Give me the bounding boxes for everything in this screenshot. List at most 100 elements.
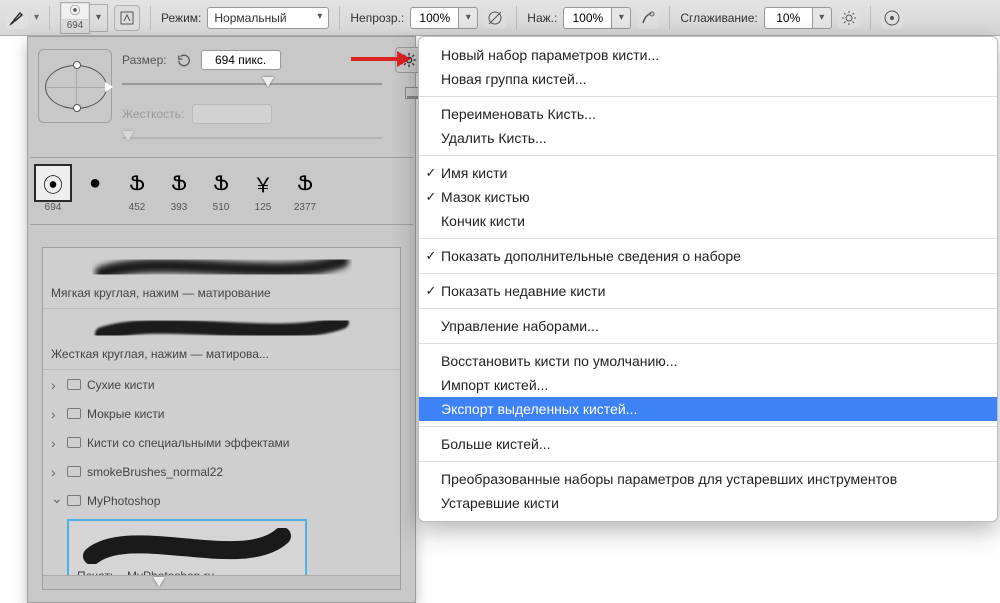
size-label: Размер: [122,53,167,67]
brush-swatch-item[interactable]: Мягкая круглая, нажим — матирование [43,248,400,309]
attention-arrow-icon [351,49,411,69]
brush-stroke-preview [51,313,392,343]
panel-context-menu: Новый набор параметров кисти... Новая гру… [418,36,998,522]
menu-separator [419,238,997,239]
opacity-dd-icon[interactable] [458,7,478,29]
menu-item[interactable]: Экспорт выделенных кистей... [419,397,997,421]
folder-label: MyPhotoshop [87,494,160,508]
panel-separator [30,224,413,225]
menu-item[interactable]: Устаревшие кисти [419,491,997,515]
recent-brush-item[interactable]: Ֆ393 [160,164,198,216]
disclosure-right-icon[interactable] [51,377,61,393]
opacity-combo[interactable] [410,7,478,29]
size-input[interactable] [201,50,281,70]
menu-item[interactable]: Новый набор параметров кисти... [419,43,997,67]
opacity-input[interactable] [410,7,458,29]
menu-item-label: Управление наборами... [441,318,599,334]
disclosure-down-icon[interactable] [51,492,61,509]
brush-size-number: 694 [34,202,72,213]
recent-brush-item[interactable]: ● [76,164,114,216]
recent-brush-item[interactable]: ⦿694 [34,164,72,216]
folder-label: Сухие кисти [87,378,155,392]
menu-item[interactable]: Восстановить кисти по умолчанию... [419,349,997,373]
menu-item[interactable]: Преобразованные наборы параметров для ус… [419,467,997,491]
folder-item[interactable]: Мокрые кисти [43,399,400,428]
hscroll-track[interactable] [43,575,400,589]
folder-item[interactable]: smokeBrushes_normal22 [43,457,400,486]
brush-swatch-item[interactable]: Жесткая круглая, нажим — матирова... [43,309,400,370]
flow-dd-icon[interactable] [611,7,631,29]
menu-item[interactable]: Импорт кистей... [419,373,997,397]
menu-item[interactable]: ✓Показать недавние кисти [419,279,997,303]
brush-size-picker[interactable]: ⦿ 694 [60,2,108,34]
menu-item[interactable]: Новая группа кистей... [419,67,997,91]
menu-item[interactable]: ✓Мазок кистью [419,185,997,209]
smoothing-input[interactable] [764,7,812,29]
menu-item[interactable]: Удалить Кисть... [419,126,997,150]
pressure-size-icon[interactable] [881,7,903,29]
brush-list[interactable]: Мягкая круглая, нажим — матирование Жестк… [42,247,401,590]
pressure-opacity-icon[interactable] [484,7,506,29]
mode-value: Нормальный [214,11,286,25]
folder-item[interactable]: MyPhotoshop [43,486,400,515]
recent-brush-item[interactable]: Ֆ510 [202,164,240,216]
menu-item[interactable]: Больше кистей... [419,432,997,456]
check-icon: ✓ [423,248,439,264]
brush-picker-swatch: ⦿ [62,4,88,20]
brush-tool-icon[interactable] [6,7,28,29]
disclosure-right-icon[interactable] [51,464,61,480]
folder-icon [67,466,81,477]
recent-brush-item[interactable]: ￥125 [244,164,282,216]
brush-size-number: 2377 [286,202,324,213]
folder-item[interactable]: Кисти со специальными эффектами [43,428,400,457]
smoothing-options-gear-icon[interactable] [838,7,860,29]
smoothing-combo[interactable] [764,7,832,29]
brush-stroke-preview [77,527,297,565]
hscroll-thumb[interactable] [153,577,165,587]
menu-item[interactable]: ✓Показать дополнительные сведения о набо… [419,244,997,268]
hardness-label: Жесткость: [122,107,184,121]
mode-select[interactable]: Нормальный [207,7,329,29]
hardness-slider [122,129,382,147]
disclosure-right-icon[interactable] [51,406,61,422]
size-slider[interactable] [122,75,382,93]
folder-icon [67,495,81,506]
brush-size-number: 452 [118,202,156,213]
flow-input[interactable] [563,7,611,29]
mode-label: Режим: [161,11,201,25]
brush-picker-chevron[interactable] [90,4,108,32]
brush-size-number: 393 [160,202,198,213]
menu-item-label: Восстановить кисти по умолчанию... [441,353,677,369]
menu-item-label: Новый набор параметров кисти... [441,47,659,63]
menu-item-label: Экспорт выделенных кистей... [441,401,637,417]
menu-separator [419,461,997,462]
flow-combo[interactable] [563,7,631,29]
menu-item-label: Мазок кистью [441,189,530,205]
menu-item[interactable]: Управление наборами... [419,314,997,338]
brush-preview-icon: Ֆ [202,164,240,202]
folder-label: Мокрые кисти [87,407,165,421]
brush-preview-icon: ￥ [244,164,282,202]
menu-item[interactable]: Кончик кисти [419,209,997,233]
brush-settings-icon[interactable] [114,5,140,31]
check-icon: ✓ [423,189,439,205]
toolbar-divider [49,6,50,30]
dropdown-chevron-icon[interactable]: ▾ [34,12,39,23]
recent-brush-item[interactable]: Ֆ452 [118,164,156,216]
disclosure-right-icon[interactable] [51,435,61,451]
brush-tip-angle-control[interactable] [38,49,112,123]
brush-preview-icon: Ֆ [160,164,198,202]
brush-size-number: 510 [202,202,240,213]
folder-item[interactable]: Сухие кисти [43,370,400,399]
opacity-label: Непрозр.: [350,11,404,25]
menu-separator [419,308,997,309]
recent-brush-item[interactable]: Ֆ2377 [286,164,324,216]
swatch-label: Мягкая круглая, нажим — матирование [51,282,392,300]
menu-item[interactable]: ✓Имя кисти [419,161,997,185]
smoothing-dd-icon[interactable] [812,7,832,29]
menu-item[interactable]: Переименовать Кисть... [419,102,997,126]
check-icon: ✓ [423,283,439,299]
reset-size-icon[interactable] [175,51,193,69]
folder-icon [67,408,81,419]
airbrush-icon[interactable] [637,7,659,29]
